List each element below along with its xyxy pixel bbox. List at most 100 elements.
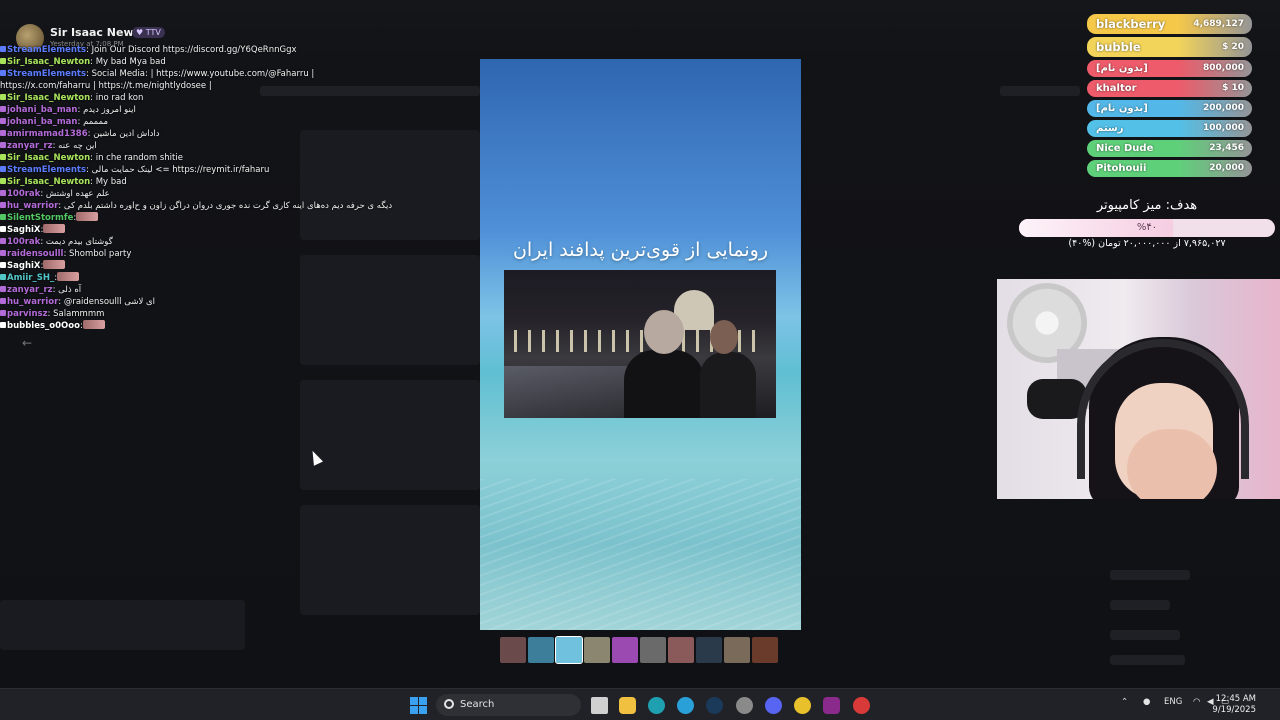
thumbnail[interactable] bbox=[668, 637, 694, 663]
chat-message: StreamElements: Join Our Discord https:/… bbox=[0, 44, 400, 56]
chat-text: : این چه عنه bbox=[52, 141, 97, 151]
chat-username[interactable]: StreamElements bbox=[7, 45, 86, 55]
badge-icon bbox=[0, 154, 6, 160]
thumbnail[interactable] bbox=[555, 636, 583, 664]
donation-amount: 20,000 bbox=[1209, 163, 1244, 173]
chat-username[interactable]: Sir_Isaac_Newton bbox=[7, 57, 90, 67]
chat-message: zanyar_rz: آه ذلی bbox=[0, 284, 400, 296]
ghost-line bbox=[1110, 570, 1190, 580]
chat-text: : @raidensoulll ای لاشی bbox=[58, 297, 156, 307]
chat-username[interactable]: zanyar_rz bbox=[7, 285, 53, 295]
chat-username[interactable]: 100rak bbox=[7, 189, 40, 199]
chat-username[interactable]: bubbles_o0Ooo bbox=[7, 321, 80, 331]
chat-message: hu_warrior: @raidensoulll ای لاشی bbox=[0, 296, 400, 308]
thumbnail[interactable] bbox=[752, 637, 778, 663]
chat-username[interactable]: hu_warrior bbox=[7, 201, 58, 211]
red-app-icon[interactable] bbox=[853, 697, 870, 714]
chat-message: 100rak: علم عهده اوشتش bbox=[0, 188, 400, 200]
clock-time: 12:45 AM bbox=[1215, 694, 1256, 704]
chat-text: : in che random shitie bbox=[90, 153, 183, 163]
taskbar-clock[interactable]: 12:45 AM 9/19/2025 bbox=[1196, 694, 1256, 716]
person-body bbox=[700, 352, 756, 418]
thumbnail[interactable] bbox=[500, 637, 526, 663]
video-headline: رونمایی از قوی‌ترین پدافند ایران bbox=[512, 239, 769, 261]
thumbnail[interactable] bbox=[528, 637, 554, 663]
chat-text: : Shombol party bbox=[63, 249, 132, 259]
emote-icon bbox=[43, 260, 66, 269]
chrome-icon[interactable] bbox=[794, 697, 811, 714]
chat-message: SaghiX: bbox=[0, 224, 400, 236]
chat-username[interactable]: SilentStormfe bbox=[7, 213, 73, 223]
chat-username[interactable]: hu_warrior bbox=[7, 297, 58, 307]
chat-message: johani_ba_man: اینو امروز دیدم bbox=[0, 104, 400, 116]
r-app-icon[interactable] bbox=[823, 697, 840, 714]
chat-message: https://x.com/faharru | https://t.me/nig… bbox=[0, 80, 400, 92]
chat-username[interactable]: parvinsz bbox=[7, 309, 48, 319]
chat-message: Amiir_SH_: bbox=[0, 272, 400, 284]
file-explorer-icon[interactable] bbox=[619, 697, 636, 714]
language-indicator[interactable]: ENG bbox=[1164, 697, 1182, 707]
ghost-line bbox=[1000, 86, 1080, 96]
settings-icon[interactable] bbox=[736, 697, 753, 714]
chat-username[interactable]: johani_ba_man bbox=[7, 117, 77, 127]
microphone-icon[interactable]: ● bbox=[1143, 697, 1150, 707]
thumbnail[interactable] bbox=[584, 637, 610, 663]
chat-text: : Social Media: | https://www.youtube.co… bbox=[86, 69, 315, 79]
person-head bbox=[710, 320, 738, 354]
chat-username[interactable]: 100rak bbox=[7, 237, 40, 247]
chat-text: : اینو امروز دیدم bbox=[77, 105, 136, 115]
chat-username[interactable]: SaghiX bbox=[7, 261, 40, 271]
telegram-icon[interactable] bbox=[677, 697, 694, 714]
thumbnail[interactable] bbox=[696, 637, 722, 663]
thumbnail[interactable] bbox=[724, 637, 750, 663]
chat-username[interactable]: Amiir_SH_ bbox=[7, 273, 54, 283]
chat-message: parvinsz: Salammmm bbox=[0, 308, 400, 320]
donation-entry: blackberry 4,689,127 bbox=[1087, 14, 1252, 34]
chevron-up-icon[interactable]: ⌃ bbox=[1121, 697, 1128, 707]
chat-message: Sir_Isaac_Newton: My bad Mya bad bbox=[0, 56, 400, 68]
chat-username[interactable]: amirmamad1386 bbox=[7, 129, 88, 139]
badge-label: TTV bbox=[145, 28, 161, 37]
badge-icon bbox=[0, 250, 6, 256]
chat-text: : لینک حمایت مالی <= https://reymit.ir/f… bbox=[86, 165, 270, 175]
edge-icon[interactable] bbox=[648, 697, 665, 714]
chat-username[interactable]: johani_ba_man bbox=[7, 105, 77, 115]
chat-username[interactable]: Sir_Isaac_Newton bbox=[7, 177, 90, 187]
heart-icon: ♥ bbox=[136, 28, 144, 37]
chat-username[interactable]: Sir_Isaac_Newton bbox=[7, 93, 90, 103]
chat-username[interactable]: zanyar_rz bbox=[7, 141, 53, 151]
badge-icon bbox=[0, 118, 6, 124]
chat-message: amirmamad1386: داداش ادین ماشین bbox=[0, 128, 400, 140]
emote-icon bbox=[76, 212, 99, 221]
badge-icon bbox=[0, 310, 6, 316]
chat-username[interactable]: raidensoulll bbox=[7, 249, 63, 259]
donor-name: [بدون نام] bbox=[1096, 63, 1148, 74]
search-label: Search bbox=[460, 699, 495, 710]
donation-amount: $ 10 bbox=[1222, 83, 1244, 93]
chat-username[interactable]: Sir_Isaac_Newton bbox=[7, 153, 90, 163]
windows-start-icon[interactable] bbox=[410, 697, 427, 714]
donation-amount: $ 20 bbox=[1222, 42, 1244, 52]
chat-message: Sir_Isaac_Newton: in che random shitie bbox=[0, 152, 400, 164]
chat-username[interactable]: StreamElements bbox=[7, 69, 86, 79]
discord-icon[interactable] bbox=[765, 697, 782, 714]
webcam-feed bbox=[997, 279, 1280, 499]
thumbnail[interactable] bbox=[612, 637, 638, 663]
chat-text: : ممممم bbox=[77, 117, 109, 127]
ghost-panel bbox=[0, 600, 245, 650]
ghost-line bbox=[1110, 655, 1185, 665]
thumbnail[interactable] bbox=[640, 637, 666, 663]
video-player[interactable]: رونمایی از قوی‌ترین پدافند ایران bbox=[480, 59, 801, 630]
chat-username[interactable]: SaghiX bbox=[7, 225, 40, 235]
task-view-icon[interactable] bbox=[591, 697, 608, 714]
back-arrow-icon[interactable]: ← bbox=[22, 336, 32, 350]
person-body bbox=[624, 350, 704, 418]
badge-icon bbox=[0, 274, 6, 280]
chat-text: : My bad Mya bad bbox=[90, 57, 166, 67]
badge-icon bbox=[0, 322, 6, 328]
chat-username[interactable]: StreamElements bbox=[7, 165, 86, 175]
chat-message: Sir_Isaac_Newton: My bad bbox=[0, 176, 400, 188]
taskbar-search[interactable]: Search bbox=[436, 694, 581, 716]
steam-icon[interactable] bbox=[706, 697, 723, 714]
ghost-line bbox=[1110, 630, 1180, 640]
